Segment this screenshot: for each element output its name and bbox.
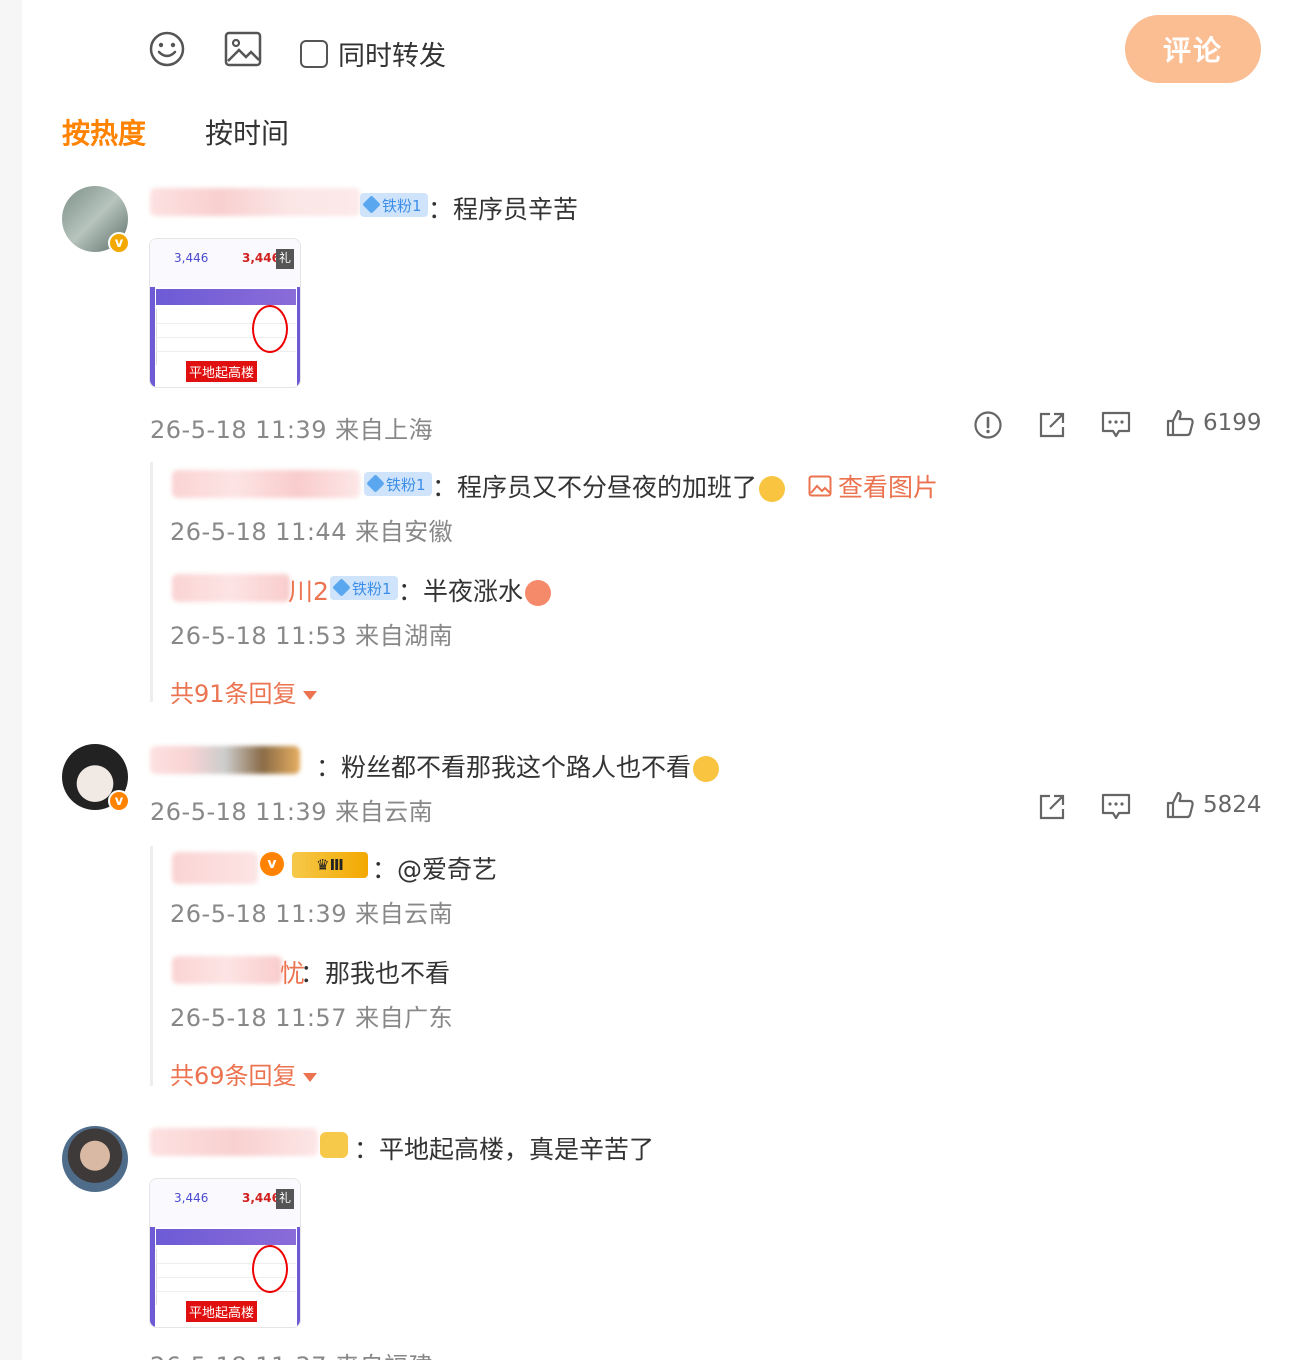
more-replies-label: 共69条回复 bbox=[170, 1062, 297, 1090]
image-caption: 平地起高楼 bbox=[186, 361, 258, 382]
tab-sort-time[interactable]: 按时间 bbox=[205, 112, 289, 152]
image-side-tag: 礼 bbox=[276, 1189, 294, 1209]
image-stat-1: 3,446 bbox=[174, 1191, 209, 1205]
like-button[interactable]: 6199 bbox=[1165, 408, 1262, 438]
reply-username-tail[interactable]: 川2 bbox=[288, 572, 329, 608]
vip-level-badge: ♛ Ⅲ bbox=[292, 852, 368, 878]
diamond-icon bbox=[366, 474, 385, 493]
image-stat-2: 3,446 bbox=[242, 1191, 280, 1205]
reply-meta: 26-5-18 11:53 来自湖南 bbox=[170, 622, 454, 650]
verified-badge-icon: v bbox=[260, 852, 284, 876]
more-replies-label: 共91条回复 bbox=[170, 680, 297, 708]
reply-text: ：@爱奇艺 bbox=[372, 850, 497, 886]
diamond-icon bbox=[362, 195, 381, 214]
avatar[interactable] bbox=[62, 1126, 128, 1192]
fan-badge-label: 铁粉1 bbox=[352, 579, 392, 598]
image-stat-2: 3,446 bbox=[242, 251, 280, 265]
image-red-circle bbox=[252, 305, 288, 353]
picture-icon bbox=[808, 475, 832, 497]
thumbs-up-icon bbox=[1166, 409, 1194, 437]
chevron-down-icon bbox=[302, 690, 317, 700]
username-redacted[interactable] bbox=[150, 188, 360, 216]
crying-emoji-icon bbox=[759, 476, 786, 502]
comment-text-content: ：粉丝都不看那我这个路人也不看 bbox=[316, 753, 692, 782]
comment-image[interactable]: 3,446 3,446 礼 平地起高楼 bbox=[149, 1178, 301, 1328]
view-image-label: 查看图片 bbox=[838, 473, 939, 502]
verified-badge-icon: v bbox=[108, 790, 130, 812]
view-image-link[interactable]: 查看图片 bbox=[808, 468, 938, 504]
reply-text: ：那我也不看 bbox=[300, 959, 451, 988]
image-red-circle bbox=[252, 1245, 288, 1293]
reply-text: ：半夜涨水 bbox=[398, 572, 552, 608]
chevron-down-icon bbox=[302, 1072, 317, 1082]
username-redacted[interactable] bbox=[172, 852, 258, 884]
reply-text: ：程序员又不分昼夜的加班了 bbox=[432, 468, 786, 504]
comment-text: ：粉丝都不看那我这个路人也不看 bbox=[316, 748, 720, 784]
comment-text: ：平地起高楼，真是辛苦了 bbox=[354, 1135, 655, 1164]
vip-level-label: Ⅲ bbox=[329, 856, 344, 874]
left-border bbox=[0, 0, 22, 1360]
image-frame-right bbox=[297, 1227, 300, 1327]
comment-meta: 26-5-18 11:37 来自福建 bbox=[150, 1346, 433, 1360]
image-side-tag: 礼 bbox=[276, 249, 294, 269]
repost-label: 同时转发 bbox=[338, 41, 446, 72]
username-redacted[interactable] bbox=[150, 746, 300, 774]
report-icon[interactable] bbox=[973, 410, 1003, 440]
reply-thread-line bbox=[150, 846, 153, 1086]
smile-icon[interactable] bbox=[148, 30, 186, 68]
image-frame-left bbox=[150, 287, 155, 387]
reply-meta: 26-5-18 11:57 来自广东 bbox=[170, 1004, 454, 1032]
image-icon[interactable] bbox=[224, 31, 262, 67]
reply-text-content: ：@爱奇艺 bbox=[372, 855, 498, 884]
comment-icon[interactable] bbox=[1100, 792, 1132, 822]
comment-text: ：程序员辛苦 bbox=[428, 195, 579, 224]
fan-badge-label: 铁粉1 bbox=[382, 196, 422, 215]
reply-meta: 26-5-18 11:39 来自云南 bbox=[170, 900, 454, 928]
comment-meta: 26-5-18 11:39 来自云南 bbox=[150, 798, 434, 826]
thinking-emoji-icon bbox=[693, 756, 720, 782]
image-stat-1: 3,446 bbox=[174, 251, 209, 265]
tab-sort-hot[interactable]: 按热度 bbox=[62, 112, 146, 152]
username-redacted[interactable] bbox=[172, 470, 360, 498]
comment-icon[interactable] bbox=[1100, 410, 1132, 440]
kiss-emoji-icon bbox=[525, 580, 552, 606]
like-button[interactable]: 5824 bbox=[1165, 790, 1262, 820]
image-caption: 平地起高楼 bbox=[186, 1301, 258, 1322]
reply-thread-line bbox=[150, 462, 153, 702]
reply-text-content: ：程序员又不分昼夜的加班了 bbox=[432, 473, 758, 502]
comment-meta: 26-5-18 11:39 来自上海 bbox=[150, 416, 434, 444]
fan-badge: 铁粉1 bbox=[330, 576, 398, 600]
like-count: 5824 bbox=[1203, 792, 1262, 818]
like-count: 6199 bbox=[1203, 410, 1262, 436]
image-frame-left bbox=[150, 1227, 155, 1327]
username-redacted[interactable] bbox=[172, 956, 282, 984]
fan-badge: 铁粉1 bbox=[364, 472, 432, 496]
share-icon[interactable] bbox=[1037, 410, 1067, 440]
comment-image[interactable]: 3,446 3,446 礼 平地起高楼 bbox=[149, 238, 301, 388]
reply-meta: 26-5-18 11:44 来自安徽 bbox=[170, 518, 454, 546]
fan-badge: 铁粉1 bbox=[360, 193, 428, 217]
share-icon[interactable] bbox=[1037, 792, 1067, 822]
fan-badge-label: 铁粉1 bbox=[386, 475, 426, 494]
username-redacted[interactable] bbox=[150, 1128, 318, 1156]
repost-checkbox[interactable]: 同时转发 bbox=[300, 34, 446, 73]
reply-text-content: ：半夜涨水 bbox=[398, 577, 524, 606]
image-header-bar bbox=[156, 1229, 296, 1245]
fan-crown-icon bbox=[320, 1132, 348, 1158]
thumbs-up-icon bbox=[1166, 791, 1194, 819]
submit-comment-button[interactable]: 评论 bbox=[1125, 15, 1261, 83]
checkbox-box[interactable] bbox=[300, 39, 328, 68]
more-replies-link[interactable]: 共91条回复 bbox=[170, 674, 317, 709]
more-replies-link[interactable]: 共69条回复 bbox=[170, 1056, 317, 1091]
username-redacted[interactable] bbox=[172, 574, 290, 602]
verified-badge-icon: v bbox=[108, 232, 130, 254]
diamond-icon bbox=[332, 578, 351, 597]
image-frame-right bbox=[297, 287, 300, 387]
image-header-bar bbox=[156, 289, 296, 305]
